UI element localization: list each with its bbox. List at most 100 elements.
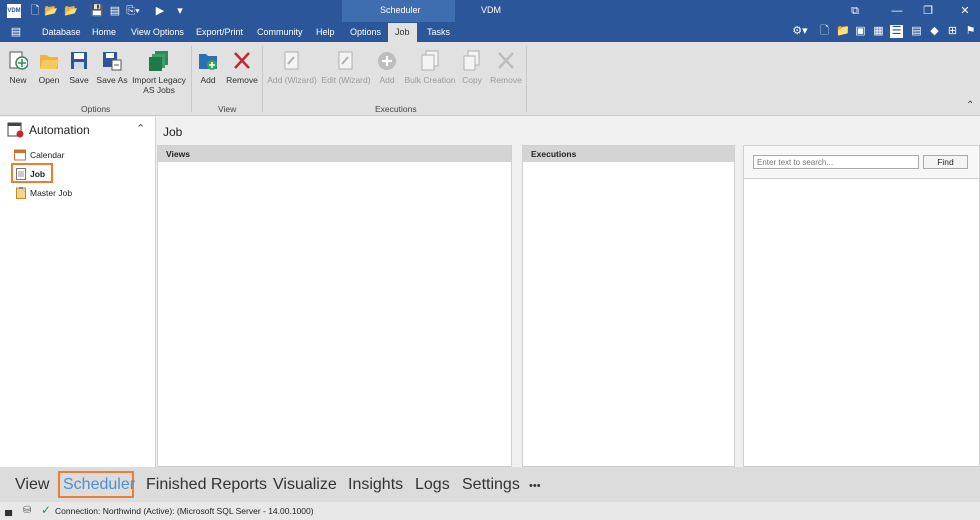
- open-label: Open: [38, 75, 60, 85]
- new-label: New: [9, 75, 27, 85]
- minimize-icon[interactable]: —: [890, 4, 904, 18]
- save-as-icon: [103, 52, 122, 71]
- close-icon[interactable]: ✕: [958, 4, 972, 18]
- save-label: Save: [69, 75, 89, 85]
- database-icon: ⛁: [23, 505, 32, 516]
- save-as-button[interactable]: Save As: [96, 50, 128, 85]
- ribbon-separator: [262, 46, 263, 112]
- tools-dropdown-icon[interactable]: ⚙▾: [790, 25, 810, 38]
- add-wizard-icon: [284, 51, 299, 70]
- views-panel: Views: [157, 145, 512, 467]
- open-dropdown-icon[interactable]: 📂▾: [62, 4, 80, 31]
- add-execution-label: Add: [379, 75, 395, 85]
- module-scheduler[interactable]: Scheduler: [63, 476, 135, 494]
- open-folder-icon: [40, 55, 59, 69]
- ribbon-tab-row: ▤ Database Home View Options Export/Prin…: [0, 22, 980, 42]
- select-frame-icon[interactable]: ▣: [854, 25, 867, 38]
- add-view-button[interactable]: Add: [196, 50, 220, 85]
- list-view-icon[interactable]: ☰: [890, 25, 903, 38]
- maximize-icon[interactable]: ❐: [921, 4, 935, 18]
- tab-home[interactable]: Home: [92, 27, 116, 37]
- save-as-label: Save As: [96, 75, 128, 85]
- edit-wizard-button[interactable]: Edit (Wizard): [320, 50, 372, 85]
- module-insights[interactable]: Insights: [348, 476, 403, 494]
- module-visualize[interactable]: Visualize: [273, 476, 337, 494]
- nav-item-job[interactable]: Job: [16, 168, 50, 180]
- add-folder-icon: [199, 54, 217, 70]
- open-folder-icon[interactable]: 📂: [44, 4, 58, 18]
- tab-export-print[interactable]: Export/Print: [196, 27, 243, 37]
- app-menu-icon[interactable]: ▤: [9, 25, 23, 39]
- add-execution-button[interactable]: Add: [376, 50, 398, 85]
- nav-item-master-job[interactable]: Master Job: [16, 187, 86, 199]
- ribbon-separator: [526, 46, 527, 112]
- export-dropdown-icon[interactable]: ⎘▾: [124, 4, 142, 18]
- calendar-view-icon[interactable]: ▤: [910, 25, 923, 38]
- remove-view-button[interactable]: Remove: [226, 50, 258, 85]
- copy-button[interactable]: Copy: [461, 50, 483, 85]
- more-modules-icon[interactable]: •••: [529, 480, 541, 492]
- app-logo-icon: VDM: [7, 4, 21, 18]
- module-settings[interactable]: Settings: [462, 476, 520, 494]
- module-navigation-bar: View Scheduler Finished Reports Visualiz…: [0, 467, 980, 502]
- tag-icon[interactable]: ◆: [928, 25, 941, 38]
- executions-header: Executions: [523, 146, 734, 162]
- tab-job[interactable]: Job: [388, 23, 417, 42]
- tab-options[interactable]: Options: [350, 27, 381, 37]
- tab-help[interactable]: Help: [316, 27, 335, 37]
- master-job-icon: [16, 187, 26, 199]
- module-logs[interactable]: Logs: [415, 476, 450, 494]
- bulk-creation-button[interactable]: Bulk Creation: [404, 50, 456, 85]
- view-group-label: View: [218, 104, 237, 114]
- run-icon[interactable]: ▶: [153, 4, 167, 18]
- printer-icon[interactable]: ▄: [5, 505, 12, 516]
- tab-community[interactable]: Community: [257, 27, 303, 37]
- bulk-creation-icon: [421, 50, 439, 71]
- ribbon-separator: [191, 46, 192, 112]
- remove-execution-button[interactable]: Remove: [489, 50, 523, 85]
- find-button[interactable]: Find: [923, 155, 968, 169]
- connection-status: Connection: Northwind (Active): (Microso…: [55, 506, 314, 516]
- add-view-label: Add: [200, 75, 216, 85]
- bulk-creation-label: Bulk Creation: [404, 75, 456, 85]
- network-icon[interactable]: ⊞: [946, 25, 959, 38]
- detail-panel: Find: [743, 145, 980, 467]
- customize-toolbar-icon[interactable]: ▾: [173, 4, 187, 18]
- options-group-label: Options: [81, 104, 111, 114]
- content-header: Job: [157, 117, 980, 143]
- edit-wizard-label: Edit (Wizard): [321, 75, 371, 85]
- connected-check-icon: ✓: [41, 503, 52, 517]
- new-icon: [9, 51, 28, 70]
- search-input[interactable]: [753, 155, 919, 169]
- save-icon: [71, 52, 87, 69]
- new-document-icon[interactable]: 🗋: [818, 25, 831, 38]
- import-legacy-label: Import Legacy: [132, 75, 186, 85]
- new-file-icon[interactable]: 🗋: [28, 4, 42, 18]
- folder-icon[interactable]: 📁: [836, 25, 850, 38]
- module-finished-reports[interactable]: Finished Reports: [146, 476, 267, 494]
- grid-icon[interactable]: ▦: [872, 25, 885, 38]
- nav-item-label: Calendar: [30, 150, 65, 160]
- tab-view-options[interactable]: View Options: [131, 27, 184, 37]
- save-icon[interactable]: 💾: [90, 4, 104, 18]
- executions-group-label: Executions: [375, 104, 417, 114]
- nav-item-calendar[interactable]: Calendar: [14, 149, 74, 161]
- collapse-chevron-icon[interactable]: ⌃: [136, 122, 145, 135]
- document-icon[interactable]: ▤: [108, 4, 122, 18]
- flag-icon[interactable]: ⚑: [964, 25, 977, 38]
- tab-database[interactable]: Database: [42, 27, 81, 37]
- tab-tasks[interactable]: Tasks: [427, 27, 450, 37]
- job-document-icon: [16, 168, 26, 180]
- module-view[interactable]: View: [15, 476, 49, 494]
- remove-disabled-icon: [498, 52, 514, 69]
- restore-layout-icon[interactable]: ⧉: [848, 4, 862, 18]
- add-wizard-button[interactable]: Add (Wizard): [266, 50, 318, 85]
- nav-item-label: Master Job: [30, 188, 73, 198]
- collapse-ribbon-icon[interactable]: ⌃: [966, 100, 974, 111]
- open-button[interactable]: Open: [36, 50, 62, 85]
- copy-icon: [463, 50, 480, 71]
- new-button[interactable]: New: [6, 50, 30, 85]
- ribbon: New Open Save Save As Import Legacy AS J…: [0, 42, 980, 116]
- import-legacy-button[interactable]: Import Legacy AS Jobs: [131, 50, 187, 95]
- save-button[interactable]: Save: [67, 50, 91, 85]
